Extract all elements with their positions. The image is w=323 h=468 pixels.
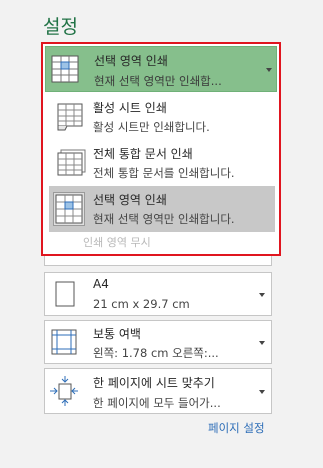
- paper-size-subtitle: 21 cm x 29.7 cm: [93, 297, 190, 311]
- menu-item-subtitle: 현재 선택 영역만 인쇄합니다.: [93, 212, 235, 226]
- menu-item-entire-workbook[interactable]: 전체 통합 문서 인쇄 전체 통합 문서를 인쇄합니다.: [49, 140, 275, 186]
- menu-item-active-sheet[interactable]: 활성 시트 인쇄 활성 시트만 인쇄합니다.: [49, 94, 275, 140]
- menu-item-title: 활성 시트 인쇄: [93, 101, 167, 115]
- sheet-icon: [57, 103, 85, 131]
- page-setup-link[interactable]: 페이지 설정: [208, 420, 265, 436]
- paper-size-title: A4: [93, 277, 109, 291]
- scaling-dropdown[interactable]: 한 페이지에 시트 맞추기 한 페이지에 모두 들어가...: [44, 368, 272, 414]
- ignore-print-area-option[interactable]: 인쇄 영역 무시: [83, 234, 151, 250]
- menu-item-subtitle: 전체 통합 문서를 인쇄합니다.: [93, 166, 235, 180]
- margins-dropdown[interactable]: 보통 여백 왼쪽: 1.78 cm 오른쪽:...: [44, 320, 272, 364]
- menu-item-print-selection[interactable]: 선택 영역 인쇄 현재 선택 영역만 인쇄합니다.: [49, 186, 275, 232]
- dropdown-header-subtitle: 현재 선택 영역만 인쇄합...: [94, 74, 222, 88]
- scaling-title: 한 페이지에 시트 맞추기: [93, 376, 215, 390]
- scaling-subtitle: 한 페이지에 모두 들어가...: [93, 396, 221, 410]
- dropdown-header-title: 선택 영역 인쇄: [94, 54, 168, 68]
- workbook-icon: [57, 149, 87, 179]
- menu-item-title: 선택 영역 인쇄: [93, 193, 167, 207]
- print-what-dropdown-menu: 선택 영역 인쇄 현재 선택 영역만 인쇄합... 활성 시트 인쇄 활성 시트…: [41, 42, 281, 256]
- chevron-down-icon: [266, 68, 272, 72]
- paper-size-dropdown[interactable]: A4 21 cm x 29.7 cm: [44, 272, 272, 316]
- margins-icon: [51, 329, 77, 355]
- print-selection-icon: [53, 192, 85, 226]
- print-selection-icon: [51, 55, 79, 83]
- chevron-down-icon: [259, 341, 265, 345]
- menu-item-title: 전체 통합 문서 인쇄: [93, 147, 193, 161]
- margins-title: 보통 여백: [93, 327, 141, 341]
- fit-to-page-icon: [49, 375, 79, 407]
- chevron-down-icon: [259, 293, 265, 297]
- print-what-dropdown-header[interactable]: 선택 영역 인쇄 현재 선택 영역만 인쇄합...: [45, 46, 277, 92]
- page-icon: [55, 281, 75, 307]
- settings-title: 설정: [43, 16, 78, 38]
- chevron-down-icon: [259, 390, 265, 394]
- menu-item-subtitle: 활성 시트만 인쇄합니다.: [93, 120, 210, 134]
- margins-subtitle: 왼쪽: 1.78 cm 오른쪽:...: [93, 346, 219, 360]
